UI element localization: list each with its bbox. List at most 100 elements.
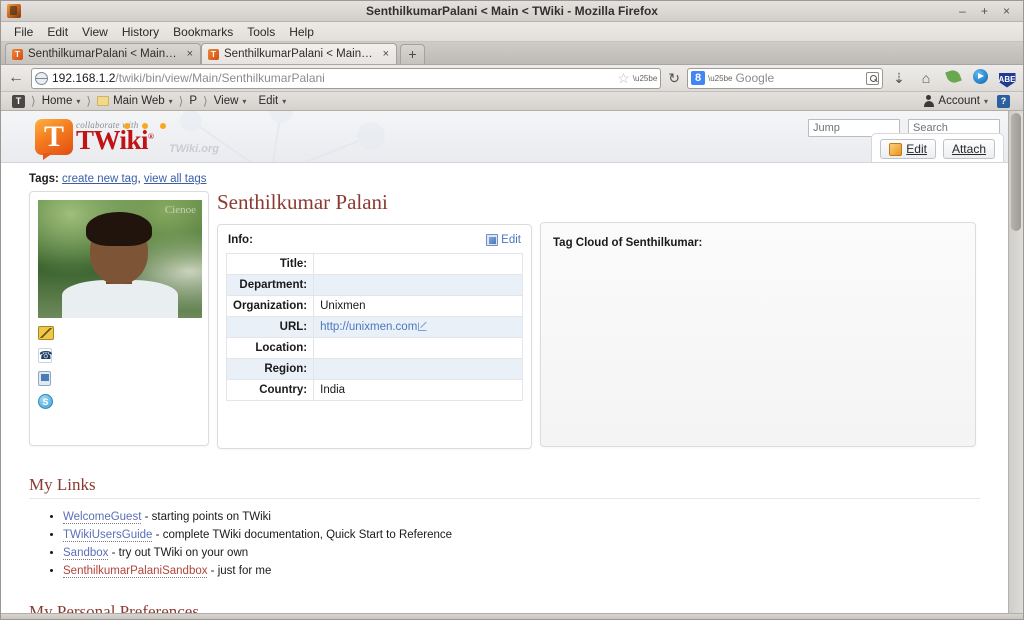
table-row: Location:	[225, 337, 523, 360]
personal-preferences-heading: My Personal Preferences	[29, 602, 980, 613]
attach-button-label: Attach	[951, 142, 986, 156]
url-path: /twiki/bin/view/Main/SenthilkumarPalani	[115, 71, 325, 85]
nav-item-home[interactable]: Home ▾	[36, 95, 87, 107]
chevron-down-icon[interactable]: ▾	[76, 97, 80, 106]
link-description: - starting points on TWiki	[141, 511, 271, 524]
url-bar[interactable]: 192.168.1.2/twiki/bin/view/Main/Senthilk…	[31, 67, 662, 89]
info-heading: Info:	[228, 234, 253, 247]
tags-separator: ,	[137, 173, 141, 185]
row-value: Unixmen	[313, 295, 523, 318]
external-link-icon	[418, 322, 428, 332]
link-twiki-users-guide[interactable]: TWikiUsersGuide	[63, 529, 153, 543]
link-description: - just for me	[207, 565, 272, 578]
tab-close-icon[interactable]: ×	[383, 48, 389, 60]
menu-bookmarks[interactable]: Bookmarks	[166, 23, 240, 41]
list-item: TWikiUsersGuide - complete TWiki documen…	[63, 527, 980, 544]
menu-file[interactable]: File	[7, 23, 40, 41]
skype-icon[interactable]	[38, 394, 53, 409]
phone-icon[interactable]	[38, 348, 52, 363]
back-arrow-icon[interactable]: ←	[6, 70, 26, 86]
menu-tools[interactable]: Tools	[240, 23, 282, 41]
browser-tab-1[interactable]: SenthilkumarPalani < Main <... ×	[5, 43, 201, 64]
tags-label: Tags:	[29, 173, 59, 185]
search-icon[interactable]	[866, 71, 879, 85]
window-controls: – + ×	[956, 4, 1019, 18]
chevron-down-icon[interactable]: \u25be	[633, 74, 657, 83]
row-key: Location:	[225, 337, 315, 360]
row-key: Country:	[225, 379, 315, 402]
url-text: 192.168.1.2/twiki/bin/view/Main/Senthilk…	[52, 71, 325, 85]
nav-item-p[interactable]: P	[183, 95, 203, 107]
nav-item-main-web[interactable]: Main Web ▾	[91, 95, 179, 107]
folder-icon	[97, 96, 110, 106]
tag-cloud-box: Tag Cloud of Senthilkumar:	[540, 222, 976, 447]
link-welcome-guest[interactable]: WelcomeGuest	[63, 511, 142, 525]
info-box: Info: Edit Title: Department: Organizati…	[217, 224, 532, 450]
menu-edit[interactable]: Edit	[40, 23, 75, 41]
bookmark-star-icon[interactable]: ☆	[617, 70, 630, 87]
contact-icons	[38, 326, 200, 409]
chevron-down-icon[interactable]: ▾	[984, 97, 988, 106]
close-button[interactable]: ×	[1000, 4, 1013, 18]
help-icon[interactable]: ?	[997, 94, 1010, 108]
page-title: Senthilkumar Palani	[217, 190, 388, 214]
maximize-button[interactable]: +	[978, 4, 991, 18]
email-icon[interactable]	[38, 326, 54, 340]
globe-icon	[35, 71, 48, 85]
nav-label: Home	[41, 95, 73, 107]
minimize-button[interactable]: –	[956, 4, 969, 18]
view-all-tags-link[interactable]: view all tags	[144, 173, 207, 185]
menu-help[interactable]: Help	[282, 23, 321, 41]
table-row: Department:	[225, 274, 523, 297]
nav-item-edit[interactable]: Edit ▾	[252, 95, 292, 107]
tab-close-icon[interactable]: ×	[187, 48, 193, 60]
twiki-nav-strip: T ⟩ Home ▾ ⟩ Main Web ▾ ⟩ P ⟩ View ▾ Edi…	[1, 92, 1023, 111]
chevron-down-icon[interactable]: ▾	[169, 97, 173, 106]
browser-window: SenthilkumarPalani < Main < TWiki - Mozi…	[0, 0, 1024, 620]
registered-mark: ®	[148, 132, 154, 141]
info-edit-link[interactable]: Edit	[486, 234, 521, 247]
reload-icon[interactable]: ↻	[666, 70, 682, 87]
twiki-site-header: TWiki.org collaborate with TWiki®	[1, 111, 1008, 163]
scrollbar-thumb[interactable]	[1011, 113, 1021, 231]
tag-cloud-title: Tag Cloud of Senthilkumar:	[553, 237, 703, 249]
twiki-home-badge[interactable]: T	[6, 94, 31, 108]
account-menu[interactable]: Account ▾	[923, 95, 988, 107]
media-play-icon[interactable]	[969, 69, 991, 87]
nav-item-view[interactable]: View ▾	[208, 95, 253, 107]
network-graphic	[180, 111, 385, 162]
nav-label: P	[189, 95, 198, 107]
menu-view[interactable]: View	[75, 23, 115, 41]
chevron-down-icon[interactable]: ▾	[282, 97, 286, 106]
mobile-icon[interactable]	[38, 371, 51, 386]
download-icon[interactable]: ⇣	[888, 70, 910, 87]
abe-icon[interactable]: ABE	[996, 69, 1018, 88]
home-icon[interactable]: ⌂	[915, 70, 937, 86]
twiki-badge-icon: T	[12, 94, 25, 108]
url-link[interactable]: http://unixmen.com	[320, 321, 417, 333]
browser-tab-2[interactable]: SenthilkumarPalani < Main <... ×	[201, 43, 397, 64]
google-search-icon[interactable]: 8	[691, 71, 705, 85]
profile-photo[interactable]: Cienoe	[38, 200, 202, 318]
link-sandbox[interactable]: Sandbox	[63, 547, 109, 561]
attach-button[interactable]: Attach	[942, 139, 995, 159]
search-input[interactable]: Google	[735, 71, 863, 85]
twiki-page: TWiki.org collaborate with TWiki®	[1, 111, 1008, 613]
search-bar[interactable]: 8 \u25be Google	[687, 67, 883, 89]
table-row: Organization: Unixmen	[225, 295, 523, 318]
pencil-icon	[889, 142, 903, 156]
twiki-logo[interactable]: collaborate with TWiki®	[35, 119, 166, 160]
row-value	[313, 253, 523, 276]
chevron-down-icon[interactable]: ▾	[242, 97, 246, 106]
new-tab-button[interactable]: +	[400, 44, 425, 64]
leaf-icon[interactable]	[942, 68, 964, 86]
vertical-scrollbar[interactable]	[1008, 111, 1023, 613]
edit-button[interactable]: Edit	[880, 139, 936, 159]
list-item: Sandbox - try out TWiki on your own	[63, 545, 980, 562]
row-key: Title:	[225, 253, 315, 276]
link-senthilkumar-palani-sandbox[interactable]: SenthilkumarPalaniSandbox	[63, 565, 208, 579]
menu-history[interactable]: History	[115, 23, 166, 41]
twiki-favicon	[12, 48, 23, 60]
chevron-down-icon[interactable]: \u25be	[708, 74, 732, 83]
create-new-tag-link[interactable]: create new tag	[62, 173, 137, 185]
